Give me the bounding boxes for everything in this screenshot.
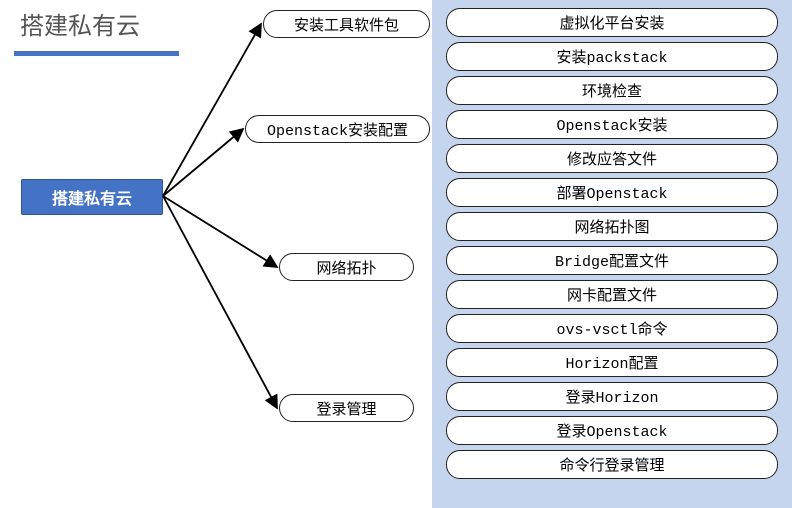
leaf-node: 登录Horizon <box>446 382 778 411</box>
leaf-node: Openstack安装 <box>446 110 778 139</box>
leaf-node: ovs-vsctl命令 <box>446 314 778 343</box>
leaf-node: 安装packstack <box>446 42 778 71</box>
leaf-node: 网卡配置文件 <box>446 280 778 309</box>
mid-node: Openstack安装配置 <box>245 115 430 143</box>
leaf-node: 部署Openstack <box>446 178 778 207</box>
page-title: 搭建私有云 <box>14 6 184 41</box>
leaf-column: 虚拟化平台安装安装packstack 环境检查 Openstack安装修改应答文件部… <box>432 0 792 508</box>
leaf-node: 修改应答文件 <box>446 144 778 173</box>
leaf-node: 登录Openstack <box>446 416 778 445</box>
leaf-node: 环境检查 <box>446 76 778 105</box>
leaf-node: 虚拟化平台安装 <box>446 8 778 37</box>
mid-node: 网络拓扑 <box>279 253 414 281</box>
mid-node: 登录管理 <box>279 394 414 422</box>
page-title-block: 搭建私有云 <box>14 6 184 56</box>
leaf-node: 命令行登录管理 <box>446 450 778 479</box>
leaf-node: Bridge配置文件 <box>446 246 778 275</box>
root-node: 搭建私有云 <box>21 179 163 215</box>
title-underline <box>14 51 179 56</box>
leaf-node: Horizon配置 <box>446 348 778 377</box>
mid-node: 安装工具软件包 <box>263 10 430 38</box>
leaf-node: 网络拓扑图 <box>446 212 778 241</box>
